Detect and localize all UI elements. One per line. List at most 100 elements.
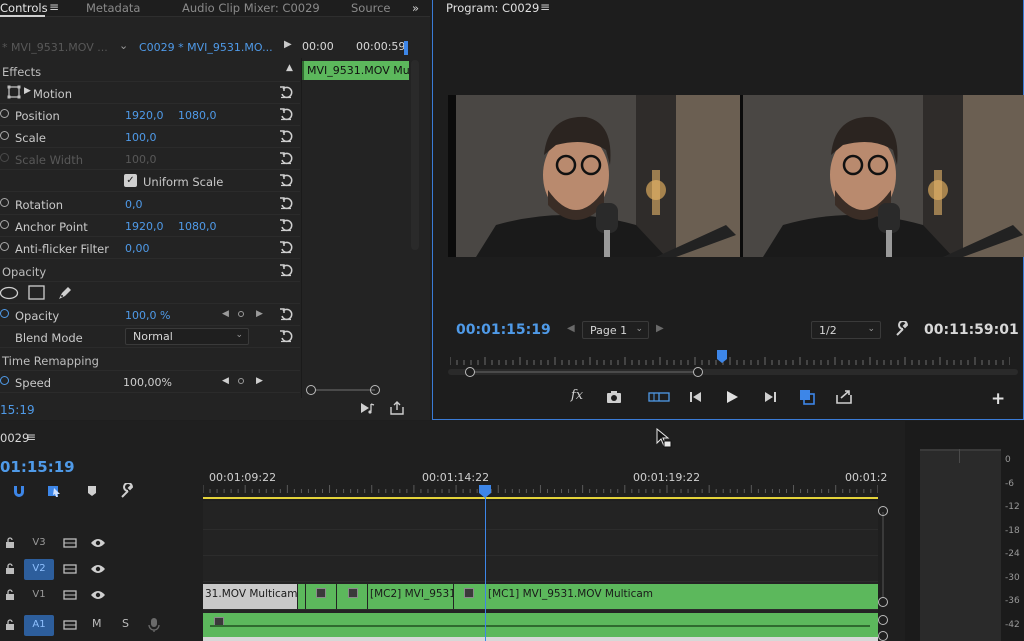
scroll-handle-audio[interactable]: [878, 615, 888, 625]
camera-icon[interactable]: [605, 388, 623, 406]
sequence-clip-label[interactable]: C0029 * MVI_9531.MO...: [139, 41, 273, 54]
stopwatch-icon[interactable]: [0, 131, 9, 140]
tab-effect-controls[interactable]: Controls: [0, 1, 48, 15]
step-forward-icon[interactable]: [761, 388, 779, 406]
scroll-handle-left[interactable]: [465, 367, 475, 377]
zoom-scrollbar[interactable]: [465, 367, 705, 377]
next-keyframe-icon[interactable]: ▶: [256, 376, 263, 386]
timeline-clip[interactable]: [306, 584, 336, 609]
reset-icon[interactable]: [279, 151, 293, 165]
lock-icon[interactable]: [5, 619, 15, 631]
scroll-handle-audio-bottom[interactable]: [878, 631, 888, 641]
lock-icon[interactable]: [5, 589, 15, 601]
timeline-playhead[interactable]: [479, 485, 491, 498]
tab-audio-clip-mixer[interactable]: Audio Clip Mixer: C0029: [182, 1, 320, 15]
anchor-x-value[interactable]: 1920,0: [125, 220, 164, 233]
sync-lock-icon[interactable]: [63, 537, 77, 549]
vertical-scrollbar[interactable]: [411, 60, 419, 250]
blend-mode-dropdown[interactable]: Normal ⌄: [125, 328, 249, 345]
position-y-value[interactable]: 1080,0: [178, 109, 217, 122]
reset-icon[interactable]: [279, 196, 293, 210]
opacity-value[interactable]: 100,0 %: [125, 309, 170, 322]
timeline-clip[interactable]: 31.MOV Multicam [V]: [203, 584, 297, 609]
stopwatch-icon[interactable]: [0, 242, 9, 251]
sync-lock-icon[interactable]: [63, 619, 77, 631]
zoom-scrollbar[interactable]: [306, 385, 380, 395]
play-icon[interactable]: [723, 388, 741, 406]
effect-motion[interactable]: ▶ Motion: [0, 82, 300, 104]
eye-icon[interactable]: [90, 589, 106, 601]
comparison-view-icon[interactable]: [798, 388, 816, 406]
vertical-zoom-scrollbar[interactable]: [878, 503, 890, 641]
stopwatch-icon[interactable]: [0, 109, 9, 118]
program-time-ruler[interactable]: [450, 356, 1010, 366]
video-effects-header[interactable]: Effects: [0, 60, 300, 82]
add-marker-icon[interactable]: [84, 483, 100, 499]
expand-triangle-icon[interactable]: ▶: [24, 86, 31, 96]
pen-mask-icon[interactable]: [56, 284, 74, 302]
tab-metadata[interactable]: Metadata: [86, 1, 140, 15]
snap-magnet-icon[interactable]: [11, 483, 27, 499]
stopwatch-icon[interactable]: [0, 376, 9, 385]
mini-playhead[interactable]: [404, 41, 408, 55]
sequence-tab[interactable]: 0029: [0, 431, 29, 445]
rotation-value[interactable]: 0,0: [125, 198, 143, 211]
speed-value[interactable]: 100,00%: [123, 376, 172, 389]
next-page-icon[interactable]: ▶: [656, 323, 664, 334]
page-dropdown[interactable]: Page 1 ⌄: [582, 321, 649, 339]
export-icon[interactable]: [389, 401, 405, 415]
ellipse-mask-icon[interactable]: [0, 286, 20, 300]
previous-page-icon[interactable]: ◀: [567, 323, 575, 334]
anti-flicker-value[interactable]: 0,00: [125, 242, 150, 255]
master-clip-label[interactable]: * MVI_9531.MOV ...: [2, 41, 108, 54]
stopwatch-icon[interactable]: [0, 220, 9, 229]
timeline-clip[interactable]: [454, 584, 487, 609]
scroll-handle-top[interactable]: [878, 506, 888, 516]
scroll-handle-bottom[interactable]: [878, 597, 888, 607]
export-frame-icon[interactable]: [835, 388, 853, 406]
effect-controls-timecode[interactable]: 15:19: [0, 403, 35, 417]
program-monitor-title[interactable]: Program: C0029: [446, 1, 539, 15]
add-keyframe-icon[interactable]: [238, 311, 244, 317]
timeline-current-timecode[interactable]: 01:15:19: [0, 458, 75, 476]
tab-source[interactable]: Source: [351, 1, 391, 15]
stopwatch-icon[interactable]: [0, 309, 9, 318]
sync-lock-icon[interactable]: [63, 563, 77, 575]
reset-icon[interactable]: [279, 218, 293, 232]
add-keyframe-icon[interactable]: [238, 378, 244, 384]
reset-icon[interactable]: [279, 329, 293, 343]
lock-icon[interactable]: [5, 563, 15, 575]
panel-menu-icon[interactable]: ≡: [26, 430, 36, 444]
effect-time-remapping[interactable]: Time Remapping: [0, 349, 300, 371]
reset-icon[interactable]: [279, 307, 293, 321]
scroll-handle-right[interactable]: [370, 385, 380, 395]
timeline-clip[interactable]: [MC1] MVI_9531.MOV Multicam: [486, 584, 878, 609]
wrench-icon[interactable]: [119, 483, 135, 499]
effect-timeline-ruler[interactable]: 00:00 00:00:59: [300, 38, 410, 58]
lock-icon[interactable]: [5, 537, 15, 549]
track-target-v2[interactable]: V2: [24, 559, 54, 580]
position-x-value[interactable]: 1920,0: [125, 109, 164, 122]
playback-resolution-dropdown[interactable]: 1/2 ⌄: [811, 321, 881, 339]
linked-selection-icon[interactable]: [46, 483, 62, 499]
fx-icon[interactable]: fx: [568, 388, 586, 406]
uniform-scale-checkbox[interactable]: ✓: [124, 174, 137, 187]
eye-icon[interactable]: [90, 563, 106, 575]
track-target-v3[interactable]: V3: [24, 533, 54, 554]
timeline-clip[interactable]: [337, 584, 367, 609]
reset-icon[interactable]: [279, 240, 293, 254]
step-back-icon[interactable]: [687, 388, 705, 406]
reset-icon[interactable]: [279, 107, 293, 121]
mute-button[interactable]: M: [92, 617, 102, 630]
timeline-time-ruler[interactable]: [203, 485, 878, 493]
filter-play-icon[interactable]: [360, 401, 376, 415]
work-area-bar[interactable]: [203, 497, 878, 499]
rectangle-mask-icon[interactable]: [28, 285, 46, 301]
reset-icon[interactable]: [279, 263, 293, 277]
program-playhead[interactable]: [717, 350, 727, 364]
next-keyframe-icon[interactable]: ▶: [256, 309, 263, 319]
panel-menu-icon[interactable]: ≡: [540, 0, 550, 14]
timeline-clip[interactable]: [MC2] MVI_9531.M: [368, 584, 453, 609]
scroll-handle-right[interactable]: [693, 367, 703, 377]
previous-keyframe-icon[interactable]: ◀: [222, 309, 229, 319]
